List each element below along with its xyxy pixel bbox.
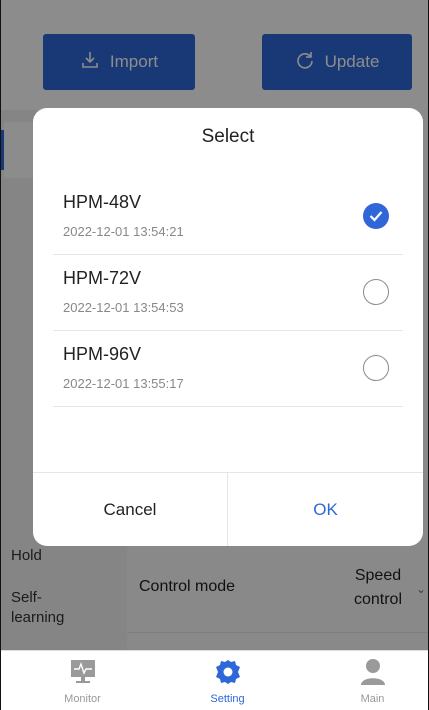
select-dialog: Select HPM-48V 2022-12-01 13:54:21 HPM-7… xyxy=(33,108,423,546)
radio-checked-icon[interactable] xyxy=(363,203,389,229)
option-name: HPM-96V xyxy=(63,344,142,364)
ok-button[interactable]: OK xyxy=(228,473,423,546)
option-item[interactable]: HPM-72V 2022-12-01 13:54:53 xyxy=(53,254,403,331)
tab-monitor-label: Monitor xyxy=(64,692,101,705)
option-date: 2022-12-01 13:54:21 xyxy=(63,224,184,239)
gear-icon xyxy=(214,658,242,689)
person-icon xyxy=(359,658,387,689)
option-item[interactable]: HPM-96V 2022-12-01 13:55:17 xyxy=(53,330,403,407)
tab-monitor[interactable]: Monitor xyxy=(11,651,154,710)
option-date: 2022-12-01 13:55:17 xyxy=(63,376,184,391)
tab-setting-label: Setting xyxy=(210,692,245,705)
app-screen: Import Update Hold Self- learning Contro… xyxy=(0,0,429,710)
option-name: HPM-48V xyxy=(63,192,142,212)
option-item[interactable]: HPM-48V 2022-12-01 13:54:21 xyxy=(53,178,403,255)
dialog-footer: Cancel OK xyxy=(33,472,423,546)
tab-main-label: Main xyxy=(360,692,385,705)
monitor-icon xyxy=(69,658,97,689)
tab-setting[interactable]: Setting xyxy=(156,651,299,710)
option-name: HPM-72V xyxy=(63,268,142,288)
cancel-button[interactable]: Cancel xyxy=(33,473,228,546)
radio-unchecked-icon[interactable] xyxy=(363,279,389,305)
option-date: 2022-12-01 13:54:53 xyxy=(63,300,184,315)
tab-main[interactable]: Main xyxy=(301,651,428,710)
radio-unchecked-icon[interactable] xyxy=(363,355,389,381)
dialog-title: Select xyxy=(201,126,255,147)
bottom-tab-bar: Monitor Setting Main xyxy=(1,650,428,710)
